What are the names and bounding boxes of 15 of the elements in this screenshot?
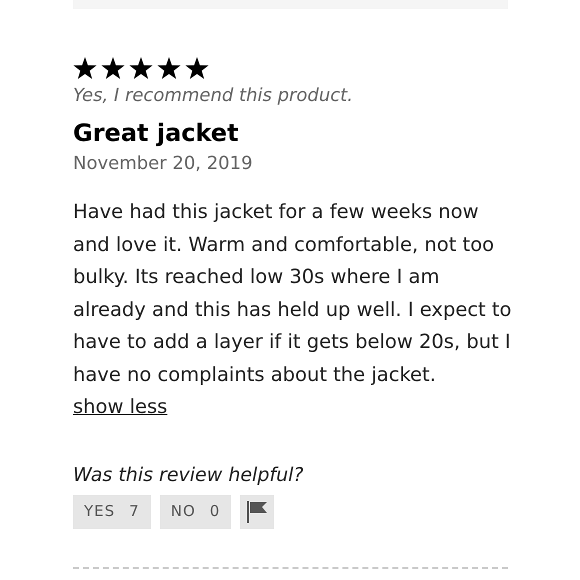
star-icon	[101, 57, 125, 80]
review-title: Great jacket	[73, 118, 240, 148]
recommendation-text: Yes, I recommend this product.	[73, 84, 354, 108]
star-icon	[157, 57, 181, 80]
review-date: November 20, 2019	[73, 152, 254, 176]
vote-button[interactable]: YES 7	[73, 494, 151, 528]
star-icon	[73, 57, 97, 80]
flag-icon	[245, 500, 270, 522]
report-button[interactable]	[240, 494, 274, 528]
review-body: Have had this jacket for a few weeks now and love it. Warm and comfortable, not too bulky. Its reached low 30s where I am already and this has held up well. I expect to have to add a layer if it gets below 20s, but I have no complaints about the jacket. show less	[73, 199, 512, 420]
star-icon	[185, 57, 209, 80]
show-less-link[interactable]: show less	[73, 395, 168, 418]
helpful-question: Was this review helpful?	[73, 462, 304, 488]
star-icon	[129, 57, 153, 80]
vote-button[interactable]: NO 0	[160, 494, 232, 528]
